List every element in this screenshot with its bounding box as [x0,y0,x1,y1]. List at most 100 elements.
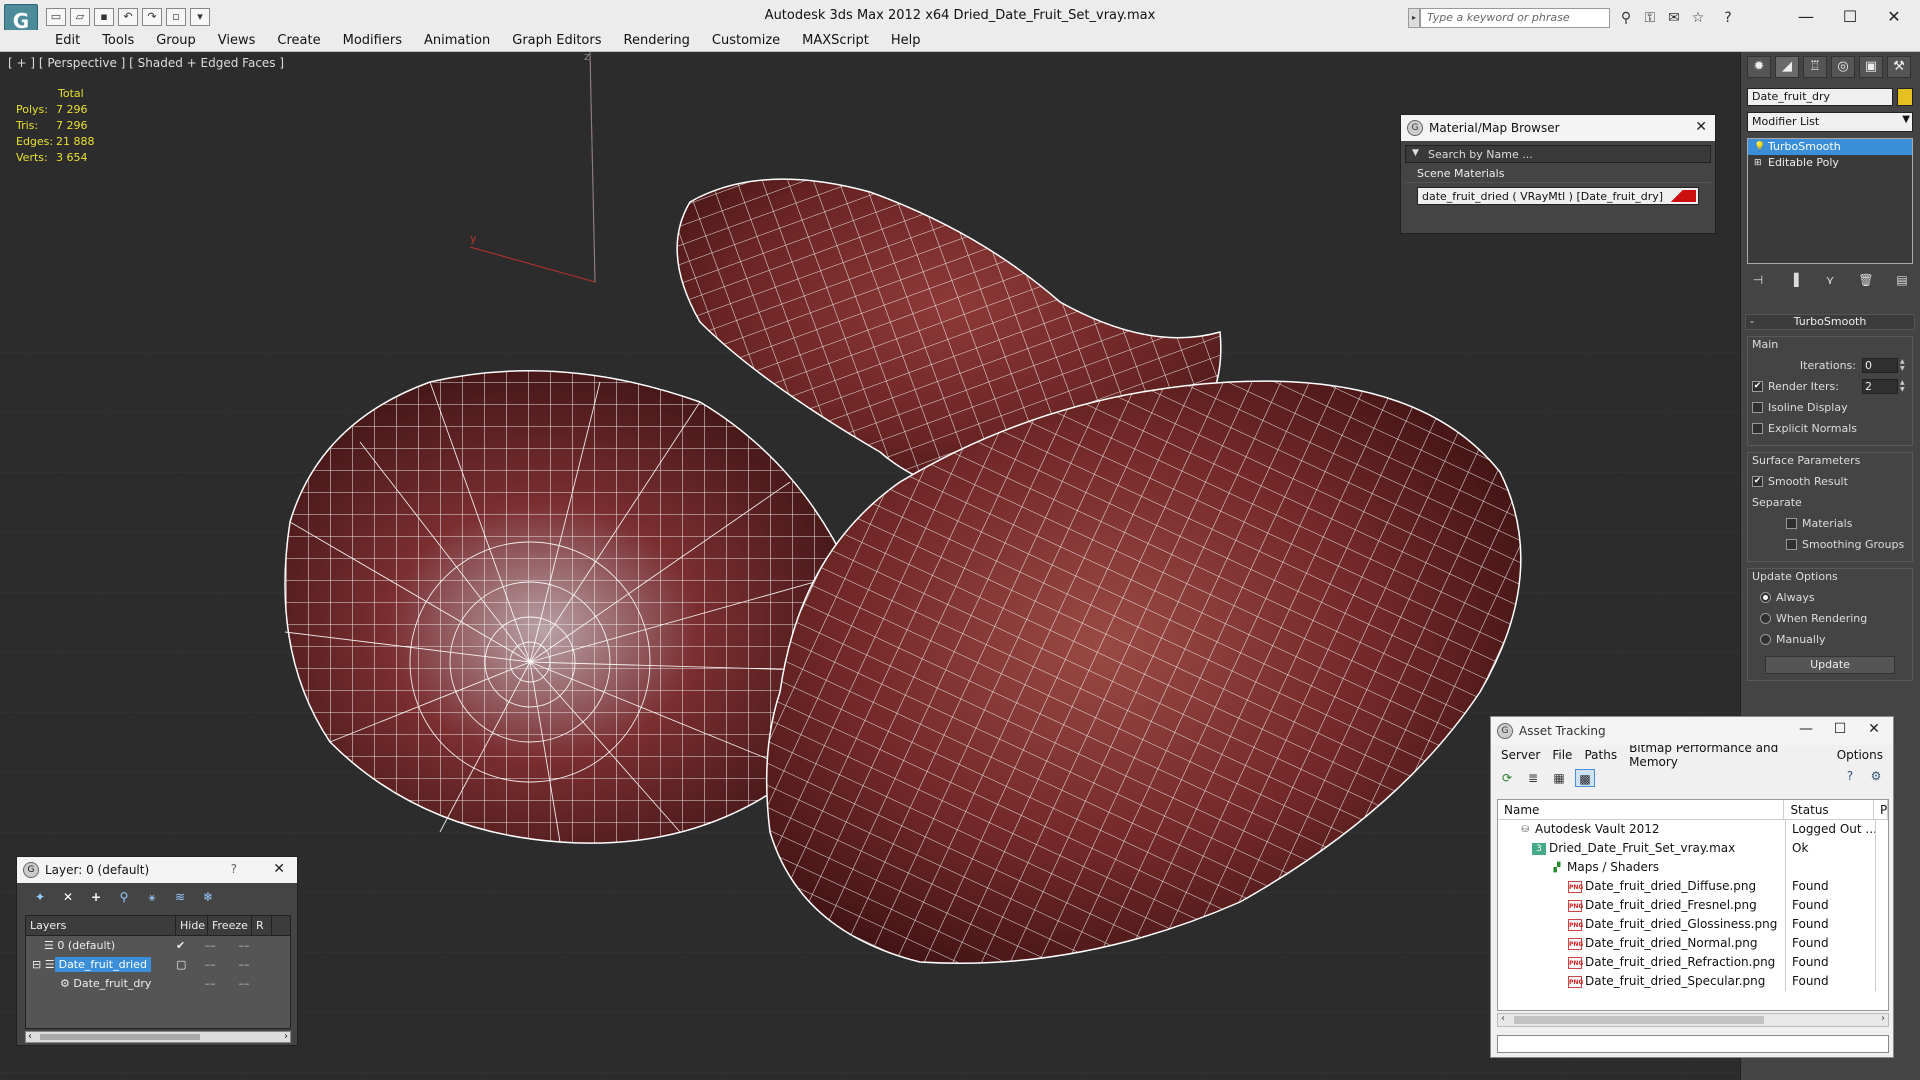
table-row[interactable]: PNG Date_fruit_dried_Refraction.png Found [1498,953,1888,972]
remove-modifier-icon[interactable]: 🗑 [1855,270,1877,290]
menu-customize[interactable]: Customize [701,31,791,51]
maximize-icon[interactable]: ☐ [1825,721,1855,737]
modifier-list-dropdown[interactable]: Modifier List ▼ [1747,112,1913,132]
material-search-input[interactable]: ▼ Search by Name ... [1405,145,1711,163]
horizontal-scrollbar[interactable]: ‹ › [25,1031,291,1043]
lightbulb-icon[interactable]: 💡 [1754,139,1765,155]
favorites-icon[interactable]: ☆ [1688,9,1708,27]
search-expand-icon[interactable]: ▸ [1408,8,1420,28]
menu-server[interactable]: Server [1495,748,1546,762]
stack-item-editable-poly[interactable]: ⊞ Editable Poly [1748,155,1912,171]
smooth-result-checkbox[interactable]: ✔ [1752,476,1763,487]
close-icon[interactable]: ✕ [273,861,285,877]
hierarchy-tab-icon[interactable]: ♖ [1803,56,1827,78]
hide-all-icon[interactable]: ≋ [171,888,189,906]
create-layer-icon[interactable]: ✦ [31,888,49,906]
asset-status-field[interactable] [1497,1035,1889,1053]
maximize-button[interactable]: ☐ [1828,4,1872,30]
table-row[interactable]: ▞ Maps / Shaders [1498,858,1888,877]
column-name[interactable]: Name [1498,800,1785,819]
column-render[interactable]: R [252,916,272,935]
create-tab-icon[interactable]: ✹ [1747,56,1771,78]
close-icon[interactable]: ✕ [1859,721,1889,737]
minimize-icon[interactable]: — [1791,721,1821,737]
active-layer-box-icon[interactable]: ▢ [176,958,196,971]
vault-settings-icon[interactable]: ⚙ [1867,769,1885,787]
help-icon[interactable]: ? [1718,9,1738,27]
delete-layer-icon[interactable]: ✕ [59,888,77,906]
scrollbar-thumb[interactable] [1514,1016,1764,1024]
show-end-result-icon[interactable]: ▐ [1783,270,1805,290]
isoline-display-checkbox[interactable] [1752,402,1763,413]
utilities-tab-icon[interactable]: ⚒ [1887,56,1911,78]
when-rendering-radio[interactable] [1760,613,1771,624]
column-hide[interactable]: Hide [176,916,208,935]
table-row[interactable]: PNG Date_fruit_dried_Specular.png Found [1498,972,1888,991]
scroll-left-icon[interactable]: ‹ [28,1031,32,1042]
scroll-left-icon[interactable]: ‹ [1501,1013,1505,1024]
refresh-icon[interactable]: ⟳ [1497,769,1517,787]
freeze-toggle[interactable]: –– [224,958,264,971]
minimize-button[interactable]: — [1784,4,1828,30]
column-path[interactable]: P [1874,800,1888,819]
viewport-label[interactable]: [ + ] [ Perspective ] [ Shaded + Edged F… [8,56,284,70]
table-row[interactable]: PNG Date_fruit_dried_Normal.png Found [1498,934,1888,953]
table-row[interactable]: ⛁ Autodesk Vault 2012 Logged Out ... [1498,820,1888,839]
menu-file[interactable]: File [1546,748,1578,762]
freeze-all-icon[interactable]: ❄ [199,888,217,906]
menu-edit[interactable]: Edit [44,31,91,51]
search-input[interactable]: Type a keyword or phrase [1420,8,1610,28]
spinner-arrows-icon[interactable]: ▲ ▼ [1900,379,1908,394]
table-row[interactable]: PNG Date_fruit_dried_Fresnel.png Found [1498,896,1888,915]
scroll-right-icon[interactable]: › [284,1031,288,1042]
layer-dialog-titlebar[interactable]: G Layer: 0 (default) ? ✕ [17,857,297,883]
menu-rendering[interactable]: Rendering [613,31,701,51]
material-browser-titlebar[interactable]: G Material/Map Browser ✕ [1401,115,1715,141]
close-button[interactable]: ✕ [1872,4,1916,30]
object-name-field[interactable]: Date_fruit_dry [1747,88,1893,106]
menu-animation[interactable]: Animation [413,31,501,51]
menu-options[interactable]: Options [1831,748,1889,762]
table-row[interactable]: PNG Date_fruit_dried_Diffuse.png Found [1498,877,1888,896]
scene-materials-section[interactable]: Scene Materials [1405,167,1711,183]
spinner-arrows-icon[interactable]: ▲ ▼ [1900,358,1908,373]
hide-toggle[interactable]: –– [196,977,224,990]
update-button[interactable]: Update [1765,656,1895,674]
communication-icon[interactable]: ✉ [1664,9,1684,27]
list-view-icon[interactable]: ≣ [1523,769,1543,787]
menu-help[interactable]: Help [880,31,932,51]
column-status[interactable]: Status [1784,800,1874,819]
pin-stack-icon[interactable]: ⊣ [1747,270,1769,290]
help-icon[interactable]: ? [231,862,237,876]
menu-create[interactable]: Create [266,31,331,51]
render-iters-checkbox[interactable]: ✔ [1752,381,1763,392]
explicit-normals-checkbox[interactable] [1752,423,1763,434]
options-triangle-icon[interactable]: ▼ [1412,148,1419,158]
freeze-toggle[interactable]: –– [224,939,264,952]
modify-tab-icon[interactable]: ◢ [1775,56,1799,78]
close-icon[interactable]: ✕ [1695,119,1707,135]
stack-item-turbosmooth[interactable]: 💡 TurboSmooth [1748,139,1912,155]
configure-sets-icon[interactable]: ▤ [1891,270,1913,290]
layer-row[interactable]: ☰ 0 (default) ✔ –– –– [26,936,290,955]
iterations-spinner[interactable]: 0 [1862,358,1898,373]
table-row[interactable]: 3 Dried_Date_Fruit_Set_vray.max Ok [1498,839,1888,858]
material-list-item[interactable]: date_fruit_dried ( VRayMtl ) [Date_fruit… [1417,187,1699,205]
expand-plus-icon[interactable]: ⊞ [1754,155,1762,171]
binoculars-icon[interactable]: ⚲ [1616,9,1636,27]
active-layer-check-icon[interactable]: ✔ [176,939,196,952]
smoothing-groups-checkbox[interactable] [1786,539,1797,550]
manually-radio[interactable] [1760,634,1771,645]
make-unique-icon[interactable]: ⋎ [1819,270,1841,290]
materials-checkbox[interactable] [1786,518,1797,529]
expand-minus-icon[interactable]: ⊟ [32,958,45,971]
subscription-icon[interactable]: ⚿ [1640,9,1660,27]
freeze-toggle[interactable]: –– [224,977,264,990]
turbosmooth-rollout-header[interactable]: - TurboSmooth [1745,314,1915,330]
hide-toggle[interactable]: –– [196,958,224,971]
horizontal-scrollbar[interactable]: ‹ › [1497,1013,1889,1027]
menu-tools[interactable]: Tools [91,31,145,51]
always-radio[interactable] [1760,592,1771,603]
column-layers[interactable]: Layers [26,916,176,935]
menu-group[interactable]: Group [145,31,207,51]
